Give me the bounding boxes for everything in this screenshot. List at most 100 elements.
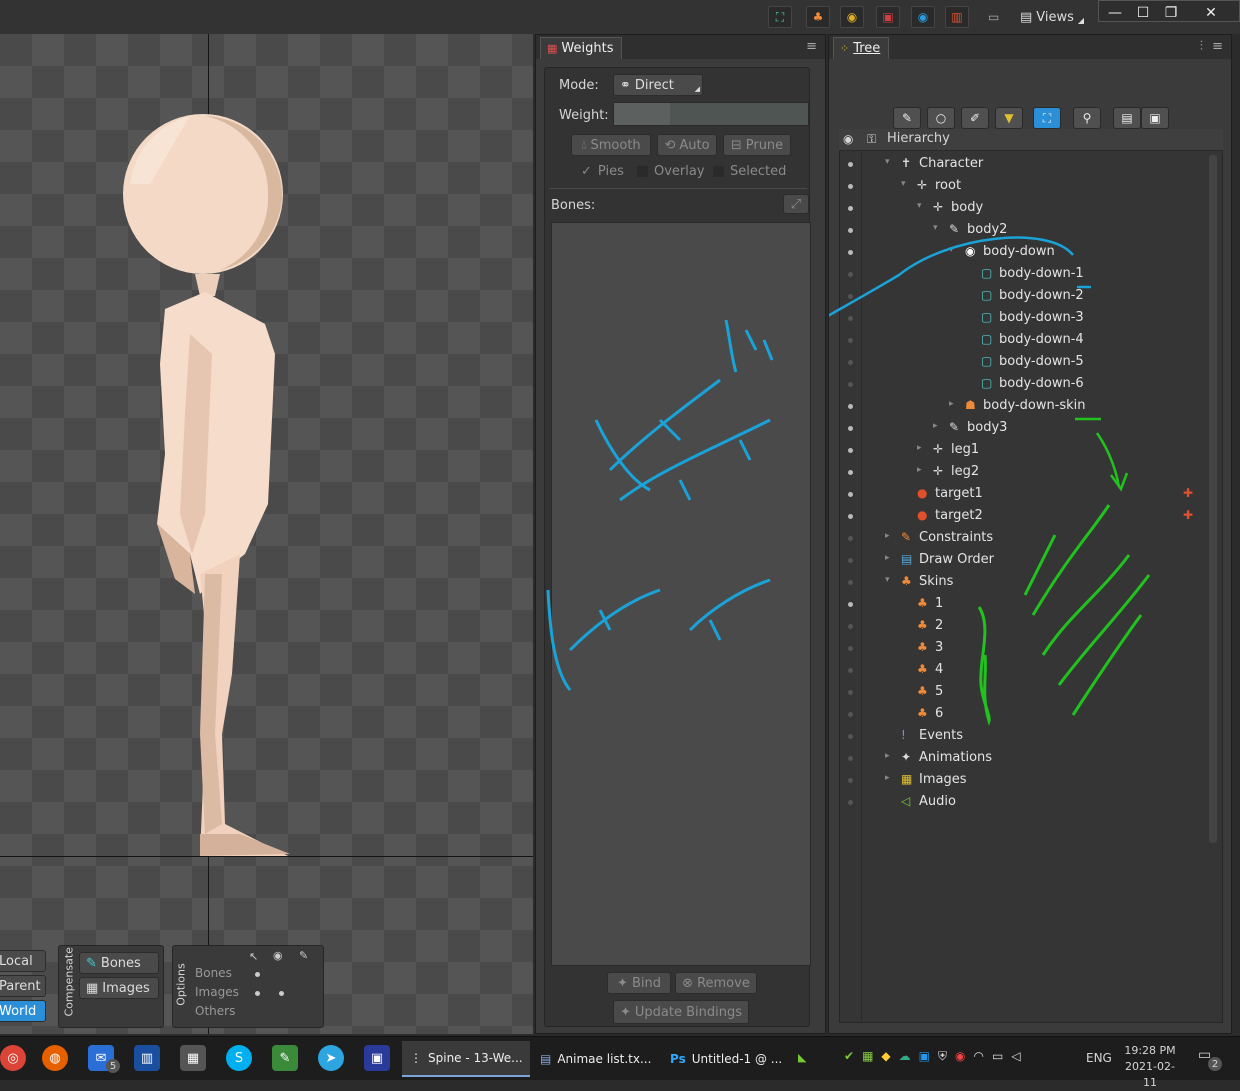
tree-row[interactable]: ▸ ✛ leg1 (839, 440, 1209, 462)
visibility-column-icon[interactable]: ◉ (843, 132, 853, 146)
chart-view-icon[interactable]: ▥ (945, 6, 969, 28)
visibility-dot[interactable] (848, 514, 853, 519)
notepad-icon[interactable]: ✎ (272, 1045, 298, 1071)
tree-row[interactable]: ▢ body-down-4 (839, 330, 1209, 352)
tree-row[interactable]: ♣ 5 (839, 682, 1209, 704)
ik-target-icon[interactable]: ✚ (1183, 486, 1193, 500)
firefox-icon[interactable]: ◍ (42, 1045, 68, 1071)
tree-row[interactable]: ◁ Audio (839, 792, 1209, 814)
weights-tab[interactable]: ▦ Weights (540, 37, 623, 59)
chevron-right-icon[interactable]: ▸ (885, 751, 890, 761)
tree-row[interactable]: ▢ body-down-6 (839, 374, 1209, 396)
visibility-dot[interactable] (848, 756, 853, 761)
visibility-dot[interactable] (848, 404, 853, 409)
mode-select[interactable]: ⚭ Direct ◢ (613, 74, 703, 96)
visibility-dot[interactable] (848, 382, 853, 387)
collapse-icon[interactable]: ▤ (1113, 107, 1141, 129)
tree-row[interactable]: ♣ 4 (839, 660, 1209, 682)
tree-row[interactable]: ▸ ✛ leg2 (839, 462, 1209, 484)
chevron-right-icon[interactable]: ▸ (933, 421, 938, 431)
compensate-images-button[interactable]: ▦ Images (79, 977, 159, 999)
eye-view-icon[interactable]: ◉ (911, 6, 935, 28)
tree-tab[interactable]: ⁘ Tree (833, 37, 890, 59)
tree-settings-icon[interactable]: ⫶ (1200, 39, 1203, 54)
visibility-dot[interactable] (848, 184, 853, 189)
key-column-icon[interactable]: ⚿ (867, 132, 876, 147)
chevron-down-icon[interactable]: ▾ (917, 201, 922, 211)
save-app-icon[interactable]: ▣ (364, 1045, 390, 1071)
tree-row[interactable]: ♣ 6 (839, 704, 1209, 726)
focus-icon[interactable]: ⛶ (1033, 107, 1061, 129)
chevron-right-icon[interactable]: ▸ (885, 531, 890, 541)
ik-target-icon[interactable]: ✚ (1183, 508, 1193, 522)
color-wheel-icon[interactable]: ◉ (840, 6, 864, 28)
telegram-icon[interactable]: ➤ (318, 1045, 344, 1071)
tree-row[interactable]: ▾ ✛ root (839, 176, 1209, 198)
visibility-dot[interactable] (848, 580, 853, 585)
skin-view-icon[interactable]: ♣ (806, 6, 830, 28)
visibility-dot[interactable] (848, 338, 853, 343)
visibility-dot[interactable] (848, 668, 853, 673)
volume-icon[interactable]: ◁ (1011, 1049, 1020, 1064)
tree-row[interactable]: ▢ body-down-2 (839, 286, 1209, 308)
chevron-down-icon[interactable]: ▾ (949, 245, 954, 255)
calculator-icon[interactable]: ▦ (180, 1045, 206, 1071)
visibility-dot[interactable] (848, 602, 853, 607)
chevron-down-icon[interactable]: ▾ (885, 575, 890, 585)
audio-app-icon[interactable]: ▥ (134, 1045, 160, 1071)
local-button[interactable]: Local (0, 950, 46, 972)
images-select-toggle[interactable] (255, 991, 260, 996)
tree-scrollbar[interactable] (1209, 155, 1217, 843)
nvidia-icon[interactable]: ◣ (798, 1051, 806, 1064)
visibility-dot[interactable] (848, 646, 853, 651)
bones-pick-button[interactable]: ⤢ (783, 194, 809, 214)
visibility-dot[interactable] (848, 360, 853, 365)
visibility-dot[interactable] (848, 712, 853, 717)
find-icon[interactable]: ⚲ (1073, 107, 1101, 129)
clock[interactable]: 19:28 PM 2021-02-11 (1122, 1043, 1178, 1091)
pies-checkbox[interactable]: ✓ Pies (581, 164, 624, 179)
tree-row[interactable]: ▾ ✝ Character (839, 154, 1209, 176)
chevron-down-icon[interactable]: ▾ (901, 179, 906, 189)
tree-row[interactable]: ▾ ✛ body (839, 198, 1209, 220)
tree-row[interactable]: ▾ ◉ body-down (839, 242, 1209, 264)
visibility-dot[interactable] (848, 624, 853, 629)
taskbar-spine[interactable]: ⋮ Spine - 13-We... (402, 1041, 530, 1077)
visibility-dot[interactable] (848, 294, 853, 299)
tray-alert-icon[interactable]: ◉ (955, 1049, 965, 1064)
tree-row[interactable]: ▢ body-down-5 (839, 352, 1209, 374)
bones-select-toggle[interactable] (255, 972, 260, 977)
visibility-dot[interactable] (848, 800, 853, 805)
tree-row[interactable]: ▢ body-down-1 (839, 264, 1209, 286)
panel-menu-icon[interactable]: ≡ (1212, 39, 1223, 54)
images-visible-toggle[interactable] (279, 991, 284, 996)
visibility-dot[interactable] (848, 448, 853, 453)
circle-filter-icon[interactable]: ○ (927, 107, 955, 129)
visibility-dot[interactable] (848, 228, 853, 233)
tree-row[interactable]: ! Events (839, 726, 1209, 748)
tree-row[interactable]: ♣ 3 (839, 638, 1209, 660)
brush-filter-icon[interactable]: ✎ (893, 107, 921, 129)
pen-filter-icon[interactable]: ✐ (961, 107, 989, 129)
overlay-checkbox[interactable]: Overlay (637, 164, 705, 179)
weight-slider[interactable] (613, 102, 809, 126)
visibility-dot[interactable] (848, 162, 853, 167)
tree-row[interactable]: ♣ 2 (839, 616, 1209, 638)
taskbar-photoshop[interactable]: Ps Untitled-1 @ ... (662, 1041, 790, 1077)
chevron-right-icon[interactable]: ▸ (885, 773, 890, 783)
prune-button[interactable]: ⊟ Prune (723, 134, 791, 156)
visibility-dot[interactable] (848, 316, 853, 321)
close-button[interactable]: ✕ (1195, 3, 1227, 23)
views-menu[interactable]: ▤ Views ◢ (1020, 10, 1084, 25)
visibility-dot[interactable] (848, 272, 853, 277)
visibility-dot[interactable] (848, 558, 853, 563)
visibility-dot[interactable] (848, 470, 853, 475)
tray-grid-icon[interactable]: ▦ (862, 1049, 873, 1064)
wifi-icon[interactable]: ◠ (973, 1049, 983, 1064)
bones-list[interactable] (551, 222, 811, 966)
expand-icon[interactable]: ▣ (1141, 107, 1169, 129)
restore-button[interactable]: ❐ (1155, 3, 1187, 23)
language-indicator[interactable]: ENG (1086, 1051, 1112, 1065)
funnel-filter-icon[interactable]: ▼ (995, 107, 1023, 129)
tree-row[interactable]: ♣ 1 (839, 594, 1209, 616)
